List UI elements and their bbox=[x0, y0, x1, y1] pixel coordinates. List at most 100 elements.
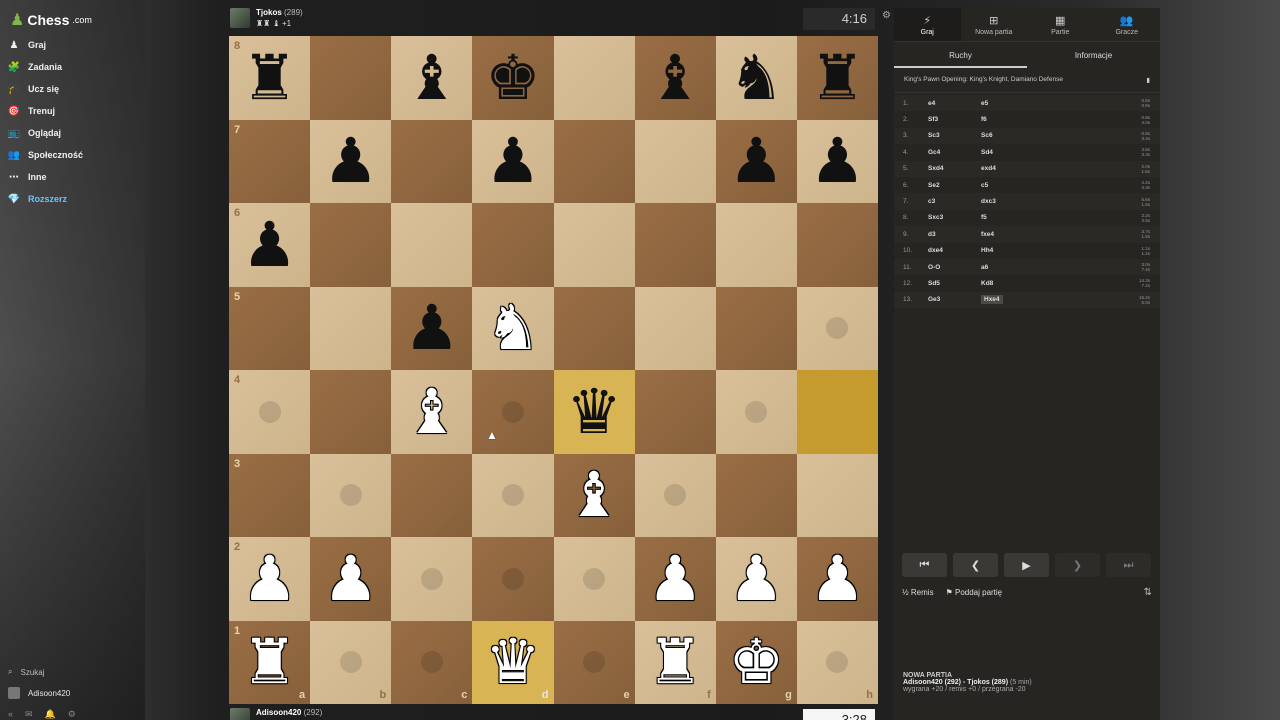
black-move[interactable]: e5 bbox=[981, 100, 1034, 107]
move-hint-dot[interactable] bbox=[258, 400, 281, 423]
move-hint-dot[interactable] bbox=[826, 317, 849, 340]
square-f6[interactable] bbox=[634, 203, 716, 287]
white-queen-icon[interactable]: ♛ bbox=[485, 631, 541, 693]
square-a2[interactable]: 2 ♟ bbox=[229, 537, 311, 621]
sidebar-item-3[interactable]: 🎓 Ucz się bbox=[8, 81, 59, 97]
square-f5[interactable] bbox=[634, 286, 716, 370]
black-pawn-icon[interactable]: ♟ bbox=[242, 213, 298, 276]
square-c3[interactable] bbox=[391, 453, 473, 537]
black-rook-icon[interactable]: ♜ bbox=[242, 46, 298, 109]
square-h1[interactable]: h bbox=[796, 620, 878, 704]
white-move[interactable]: dxe4 bbox=[928, 247, 981, 254]
profile-item[interactable]: Adisoon420 bbox=[8, 687, 70, 699]
white-move[interactable]: d3 bbox=[928, 231, 981, 238]
square-b8[interactable] bbox=[310, 36, 392, 120]
sidebar-item-4[interactable]: 🎯 Trenuj bbox=[8, 103, 55, 119]
black-bishop-icon[interactable]: ♝ bbox=[647, 46, 703, 109]
square-a7[interactable]: 7 bbox=[229, 119, 311, 203]
square-g2[interactable]: ♟ bbox=[715, 537, 797, 621]
black-move[interactable]: a6 bbox=[981, 264, 1034, 271]
square-f4[interactable] bbox=[634, 370, 716, 454]
board-settings-icon[interactable]: ⚙ bbox=[882, 10, 891, 21]
square-e8[interactable] bbox=[553, 36, 635, 120]
sidebar-item-5[interactable]: 📺 Oglądaj bbox=[8, 125, 61, 141]
white-move[interactable]: Ge3 bbox=[928, 296, 981, 303]
square-d8[interactable]: ♚ bbox=[472, 36, 554, 120]
square-e5[interactable] bbox=[553, 286, 635, 370]
square-h4[interactable] bbox=[796, 370, 878, 454]
move-hint-dot[interactable] bbox=[501, 567, 524, 590]
black-queen-icon[interactable]: ♛ bbox=[566, 380, 622, 443]
square-a4[interactable]: 4 bbox=[229, 370, 311, 454]
white-move[interactable]: c3 bbox=[928, 198, 981, 205]
move-hint-dot[interactable] bbox=[339, 651, 362, 674]
square-h6[interactable] bbox=[796, 203, 878, 287]
square-b4[interactable] bbox=[310, 370, 392, 454]
square-e6[interactable] bbox=[553, 203, 635, 287]
square-g3[interactable] bbox=[715, 453, 797, 537]
white-move[interactable]: Gc4 bbox=[928, 149, 981, 156]
black-move[interactable]: f5 bbox=[981, 214, 1034, 221]
bell-icon[interactable]: 🔔 bbox=[45, 709, 56, 720]
mail-icon[interactable]: ✉ bbox=[25, 709, 33, 720]
square-e3[interactable]: ♝ bbox=[553, 453, 635, 537]
subtab-2[interactable]: Informacje bbox=[1027, 42, 1160, 68]
black-move[interactable]: exd4 bbox=[981, 165, 1034, 172]
square-d1[interactable]: d ♛ bbox=[472, 620, 554, 704]
square-a6[interactable]: 6 ♟ bbox=[229, 203, 311, 287]
white-move[interactable]: Se2 bbox=[928, 182, 981, 189]
square-a1[interactable]: 1 a ♜ bbox=[229, 620, 311, 704]
square-e7[interactable] bbox=[553, 119, 635, 203]
black-pawn-icon[interactable]: ♟ bbox=[404, 297, 460, 359]
move-hint-dot[interactable] bbox=[501, 400, 524, 423]
first-move-button[interactable]: ⏮ bbox=[902, 553, 947, 577]
square-g4[interactable] bbox=[715, 370, 797, 454]
square-b3[interactable] bbox=[310, 453, 392, 537]
move-hint-dot[interactable] bbox=[745, 400, 768, 423]
square-c7[interactable] bbox=[391, 119, 473, 203]
player-name[interactable]: Adisoon420 (292) bbox=[256, 708, 322, 717]
white-move[interactable]: Sf3 bbox=[928, 116, 981, 123]
white-pawn-icon[interactable]: ♟ bbox=[729, 547, 785, 610]
white-king-icon[interactable]: ♚ bbox=[729, 631, 785, 693]
white-bishop-icon[interactable]: ♝ bbox=[566, 464, 622, 526]
square-g5[interactable] bbox=[715, 286, 797, 370]
square-h7[interactable]: ♟ bbox=[796, 119, 878, 203]
black-move[interactable]: c5 bbox=[981, 182, 1034, 189]
square-c5[interactable]: ♟ bbox=[391, 286, 473, 370]
square-c6[interactable] bbox=[391, 203, 473, 287]
square-g8[interactable]: ♞ bbox=[715, 36, 797, 120]
black-bishop-icon[interactable]: ♝ bbox=[404, 46, 460, 109]
square-c1[interactable]: c bbox=[391, 620, 473, 704]
square-g6[interactable] bbox=[715, 203, 797, 287]
square-a5[interactable]: 5 bbox=[229, 286, 311, 370]
black-king-icon[interactable]: ♚ bbox=[485, 46, 541, 109]
square-d2[interactable] bbox=[472, 537, 554, 621]
white-move[interactable]: Sc3 bbox=[928, 132, 981, 139]
sidebar-item-7[interactable]: ⋯ Inne bbox=[8, 169, 47, 185]
square-c2[interactable] bbox=[391, 537, 473, 621]
sidebar-item-2[interactable]: 🧩 Zadania bbox=[8, 59, 62, 75]
square-f8[interactable]: ♝ bbox=[634, 36, 716, 120]
book-icon[interactable]: ▮ bbox=[1146, 76, 1150, 84]
white-move[interactable]: e4 bbox=[928, 100, 981, 107]
black-move[interactable]: Hxe4 bbox=[981, 295, 1003, 305]
black-move[interactable]: Sd4 bbox=[981, 149, 1034, 156]
white-move[interactable]: Sxd4 bbox=[928, 165, 981, 172]
square-d6[interactable] bbox=[472, 203, 554, 287]
settings-icon[interactable]: ⚙ bbox=[68, 709, 76, 720]
black-pawn-icon[interactable]: ♟ bbox=[810, 130, 866, 192]
black-pawn-icon[interactable]: ♟ bbox=[485, 130, 541, 192]
square-f3[interactable] bbox=[634, 453, 716, 537]
square-b6[interactable] bbox=[310, 203, 392, 287]
square-d5[interactable]: ♞ bbox=[472, 286, 554, 370]
player-avatar[interactable] bbox=[230, 708, 250, 720]
square-f2[interactable]: ♟ bbox=[634, 537, 716, 621]
black-rook-icon[interactable]: ♜ bbox=[810, 46, 866, 109]
chess-board[interactable]: 8 ♜ ♝ ♚ ♝ ♞ ♜ 7 ♟ ♟ ♟ ♟ 6 ♟ 5 ♟ ♞ 4 ♝ ♛ 3 ♝ 2 ♟ ♟ ♟ ♟ ♟ 1 a ♜ b c d ♛ e f ♜ g ♚… bbox=[229, 36, 878, 704]
previous-move-button[interactable]: ❮ bbox=[953, 553, 998, 577]
square-h8[interactable]: ♜ bbox=[796, 36, 878, 120]
square-b2[interactable]: ♟ bbox=[310, 537, 392, 621]
square-a8[interactable]: 8 ♜ bbox=[229, 36, 311, 120]
black-move[interactable]: Sc6 bbox=[981, 132, 1034, 139]
